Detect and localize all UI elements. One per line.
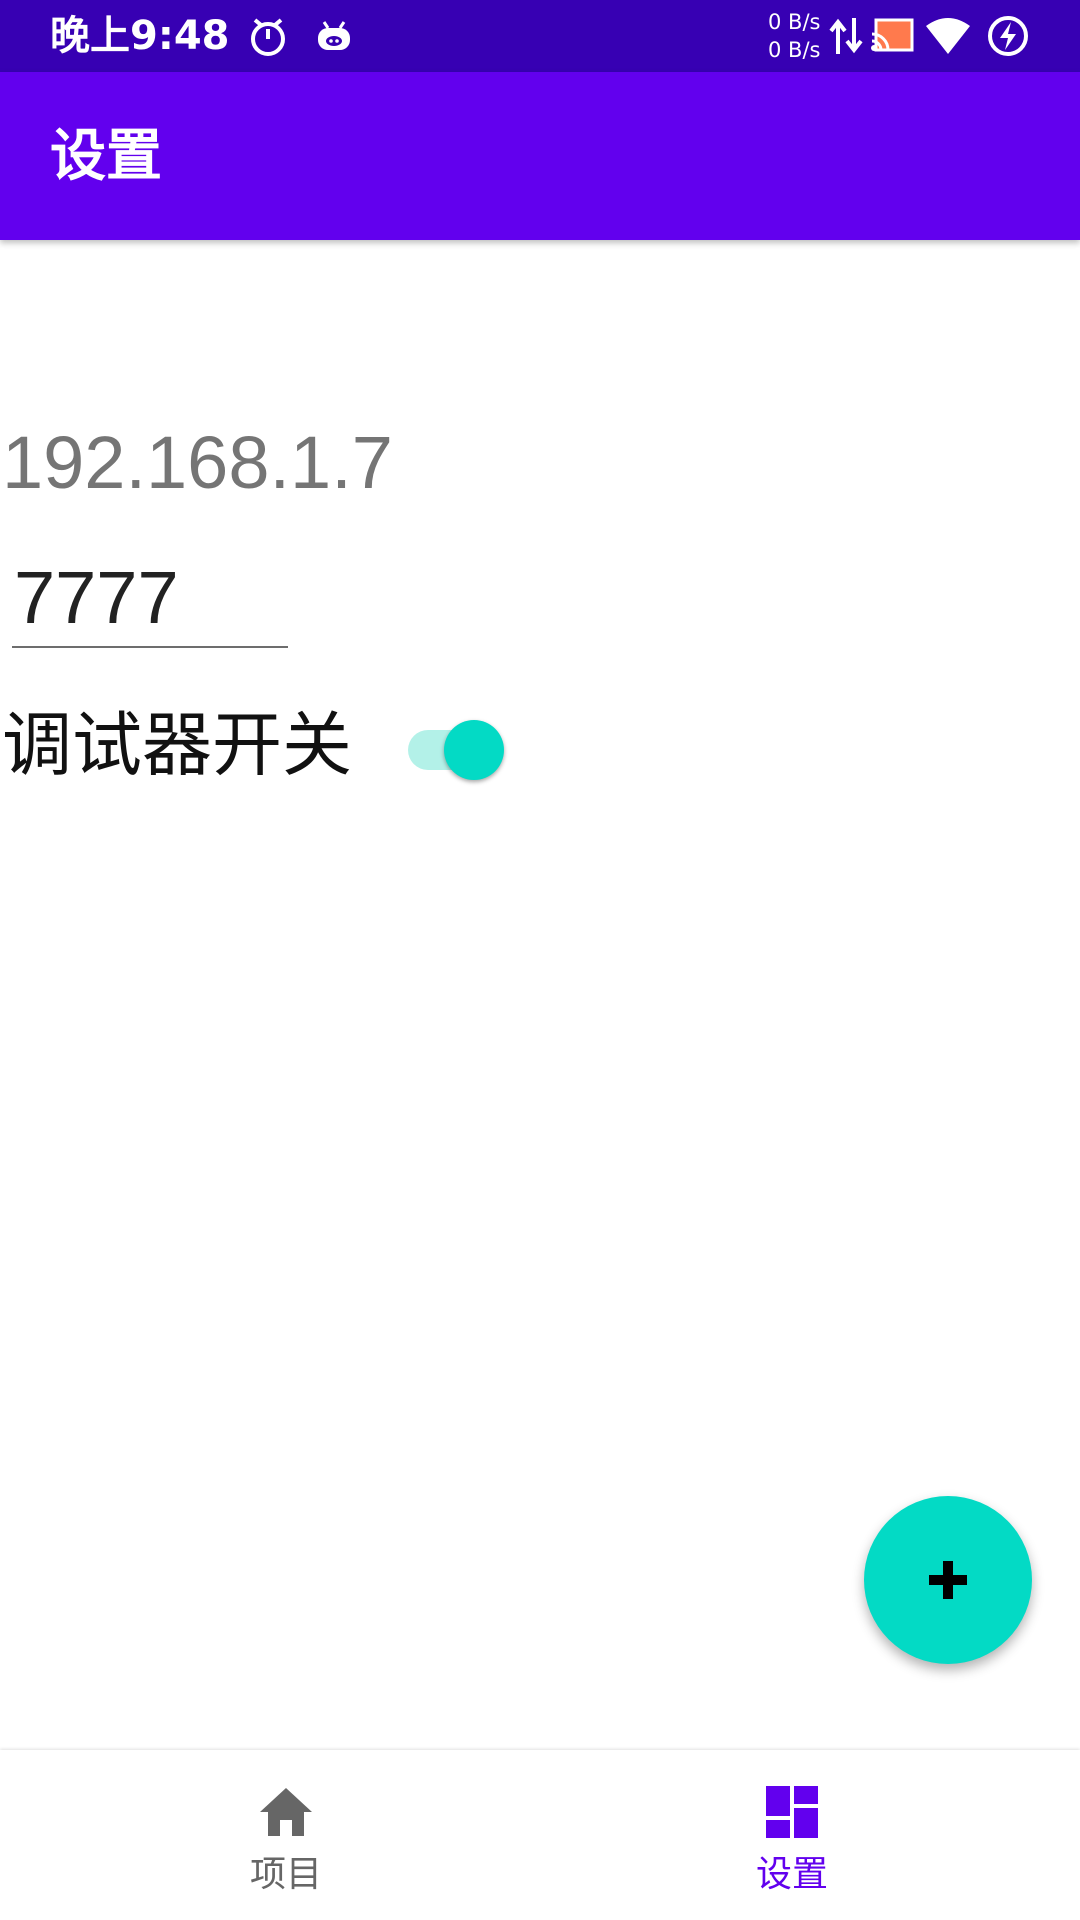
home-icon: [256, 1782, 316, 1842]
net-down-text: 0 B/s: [768, 38, 821, 62]
net-up-text: 0 B/s: [768, 10, 821, 34]
nav-item-settings[interactable]: 设置: [522, 1750, 1062, 1920]
debug-switch-label: 调试器开关: [2, 704, 352, 786]
net-speed: 0 B/s 0 B/s: [768, 8, 820, 64]
plus-icon: [929, 1561, 967, 1599]
cast-icon: [868, 14, 916, 58]
nav-item-projects[interactable]: 项目: [16, 1750, 556, 1920]
add-fab-button[interactable]: [864, 1496, 1032, 1664]
stopwatch-icon: [246, 14, 290, 58]
android-bug-icon: [312, 14, 356, 58]
nav-label-settings: 设置: [755, 1854, 828, 1895]
status-time: 晚上9:48: [50, 13, 230, 59]
nav-label-projects: 项目: [249, 1854, 322, 1895]
app-bar: 设置: [0, 72, 1080, 240]
debug-switch[interactable]: [408, 720, 504, 780]
status-bar: 晚上9:48 0 B/s 0 B/s: [0, 0, 1080, 72]
data-arrows-icon: [828, 14, 864, 58]
bottom-navigation: 项目 设置: [0, 1750, 1080, 1920]
dashboard-icon: [762, 1782, 822, 1842]
switch-thumb: [444, 720, 504, 780]
wifi-icon: [924, 14, 972, 58]
port-input[interactable]: [12, 548, 288, 648]
ip-address-text: 192.168.1.7: [2, 421, 393, 504]
battery-charging-icon: [986, 14, 1030, 58]
screen: 晚上9:48 0 B/s 0 B/s 设置 192.168.1.7 7777 调…: [0, 0, 1080, 1920]
page-title: 设置: [50, 124, 162, 189]
